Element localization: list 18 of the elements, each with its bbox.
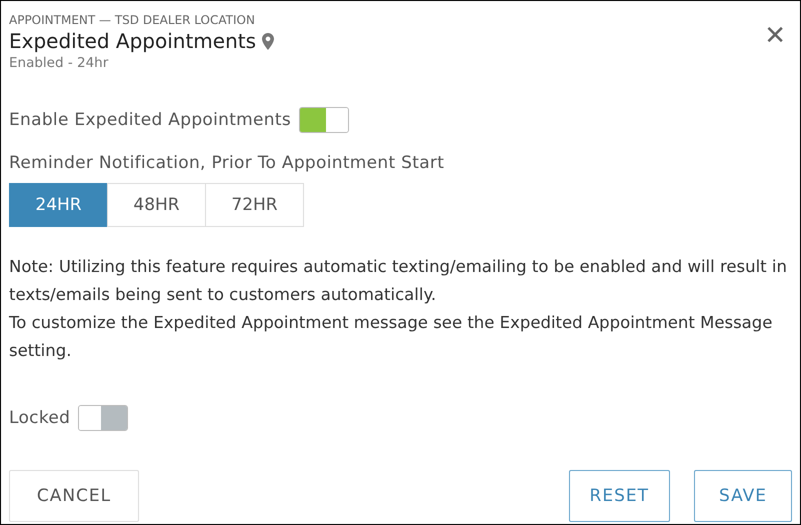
footer-button[interactable]: RESET — [568, 470, 670, 522]
interval-option[interactable]: 24HR — [9, 183, 108, 227]
footer-button[interactable]: CANCEL — [9, 470, 139, 522]
note-text: Note: Utilizing this feature requires automatic texting/emailing to be enabled and will result in texts/emails being sent to customers automatically. — [9, 256, 788, 306]
close-button[interactable]: ✕ — [764, 21, 786, 51]
interval-option[interactable]: 72HR — [205, 183, 304, 227]
locked-toggle[interactable] — [78, 405, 128, 431]
dialog-title: Expedited Appointments — [9, 29, 256, 53]
status-subtitle: Enabled - 24hr — [9, 55, 110, 71]
toggle-label: Locked — [9, 408, 70, 428]
location-pin-icon — [262, 32, 274, 50]
note-text: To customize the Expedited Appointment message see the Expedited Appointment Message setting. — [9, 312, 774, 362]
interval-option[interactable]: 48HR — [107, 183, 206, 227]
enable-toggle[interactable] — [299, 107, 349, 133]
breadcrumb: APPOINTMENT — TSD DEALER LOCATION — [9, 13, 256, 27]
footer-button[interactable]: SAVE — [694, 470, 792, 522]
toggle-label: Enable Expedited Appointments — [9, 110, 291, 130]
section-label: Reminder Notification, Prior To Appointment Start — [9, 153, 444, 173]
